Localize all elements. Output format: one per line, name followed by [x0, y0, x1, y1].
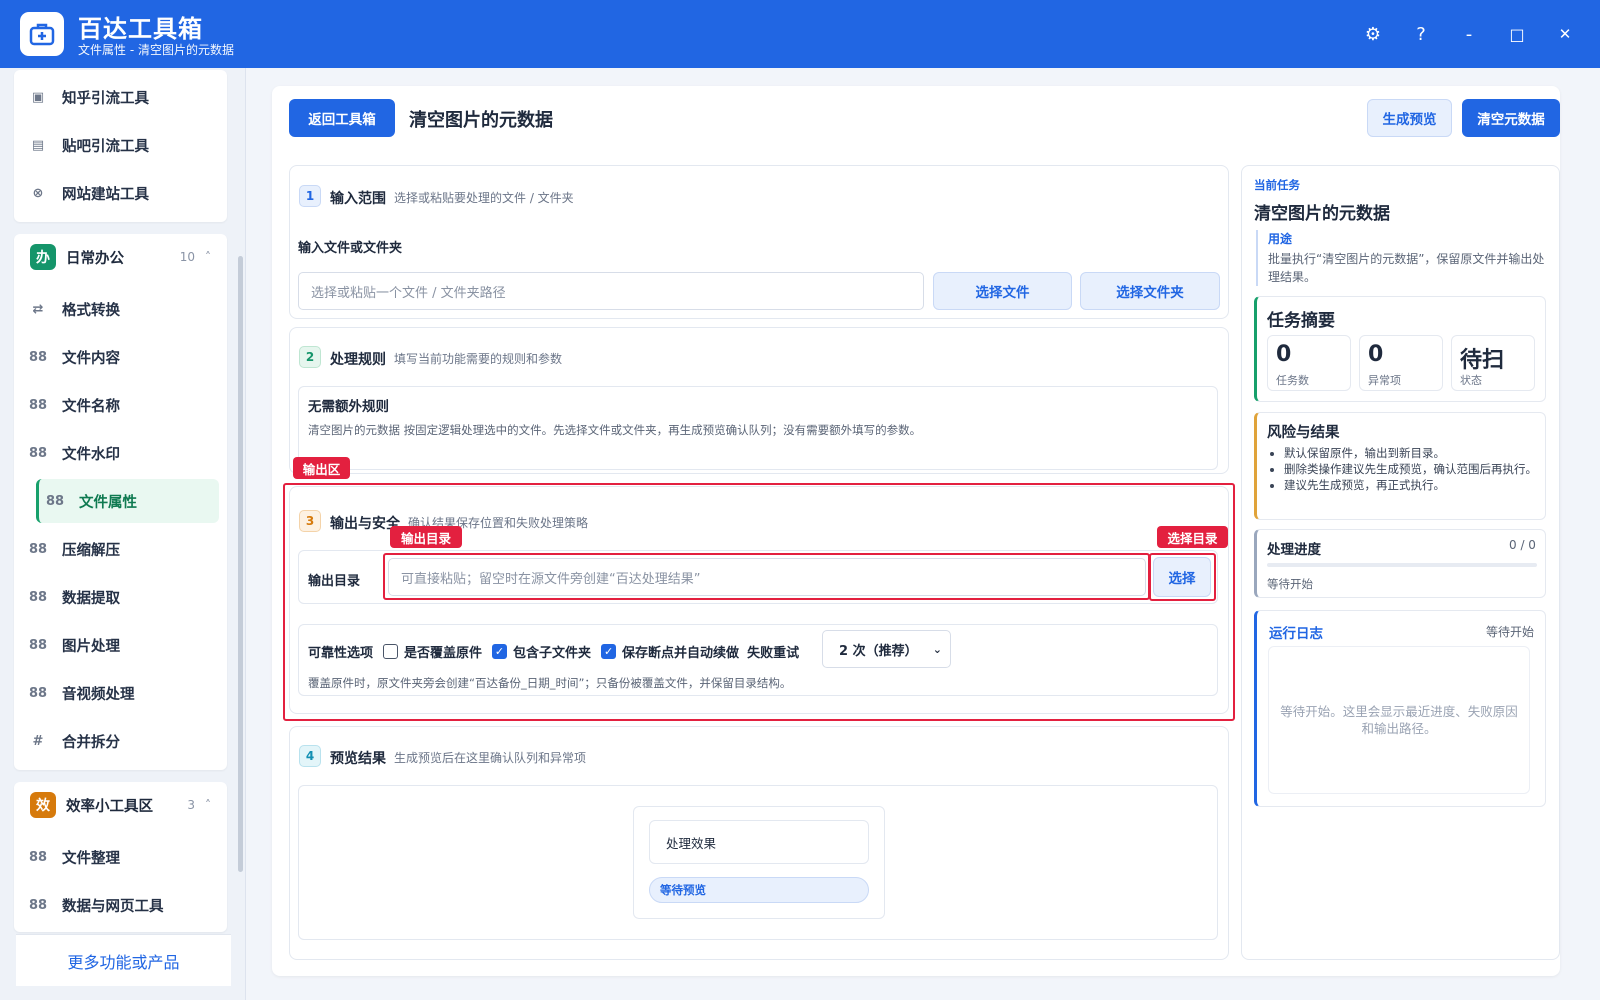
- step-badge: 1: [299, 185, 321, 207]
- chevron-up-icon[interactable]: ˄: [205, 798, 211, 812]
- tool-icon: ⊗: [32, 185, 44, 201]
- output-area-tag: 输出区: [293, 457, 350, 479]
- clear-metadata-button[interactable]: 清空元数据: [1462, 99, 1560, 137]
- section-title: 输入范围: [330, 191, 386, 207]
- sidebar-item-zhihu[interactable]: ▣ 知乎引流工具: [22, 75, 207, 119]
- choose-file-button[interactable]: 选择文件: [933, 272, 1072, 310]
- sidebar-item-content[interactable]: 88 文件内容: [22, 335, 207, 379]
- risk-item: 删除类操作建议先生成预览，确认范围后再执行。: [1284, 461, 1542, 477]
- more-products-link[interactable]: 更多功能或产品: [16, 934, 231, 986]
- grid-icon: 88: [28, 897, 48, 913]
- section-desc: 生成预览后在这里确认队列和异常项: [394, 751, 587, 765]
- group-header-office[interactable]: 办 日常办公 10 ˄: [16, 234, 225, 280]
- progress-count: 0 / 0: [1509, 538, 1536, 552]
- title-bar: 百达工具箱 文件属性 - 清空图片的元数据 ⚙ ? - □ ✕: [0, 0, 1600, 68]
- section-title: 预览结果: [330, 751, 386, 767]
- grid-icon: 88: [45, 493, 65, 509]
- section-desc: 选择或粘贴要处理的文件 / 文件夹: [394, 191, 574, 205]
- sidebar-item-website[interactable]: ⊗ 网站建站工具: [22, 171, 207, 215]
- usage-block: 用途 批量执行“清空图片的元数据”，保留原文件并输出处理结果。: [1256, 230, 1546, 286]
- output-dir-tag: 输出目录: [390, 526, 462, 548]
- usage-text: 批量执行“清空图片的元数据”，保留原文件并输出处理结果。: [1268, 252, 1545, 284]
- group-count: 3: [187, 798, 195, 812]
- app-subtitle: 文件属性 - 清空图片的元数据: [78, 43, 234, 57]
- maximize-button[interactable]: □: [1503, 20, 1531, 48]
- grid-icon: 88: [28, 637, 48, 653]
- choose-folder-button[interactable]: 选择文件夹: [1080, 272, 1220, 310]
- settings-gear-icon[interactable]: ⚙: [1359, 20, 1387, 48]
- risk-list: 默认保留原件，输出到新目录。 删除类操作建议先生成预览，确认范围后再执行。 建议…: [1284, 445, 1542, 493]
- group-title: 效率小工具区: [66, 798, 153, 815]
- input-field-label: 输入文件或文件夹: [298, 241, 403, 256]
- sidebar-item-watermark[interactable]: 88 文件水印: [22, 431, 207, 475]
- group-title: 日常办公: [66, 250, 124, 267]
- section-title: 处理规则: [330, 352, 386, 368]
- efficiency-badge-icon: 效: [30, 792, 56, 818]
- back-to-toolbox-button[interactable]: 返回工具箱: [289, 99, 395, 137]
- section-desc: 填写当前功能需要的规则和参数: [394, 352, 563, 366]
- grid-icon: 88: [28, 589, 48, 605]
- input-path-field[interactable]: 选择或粘贴一个文件 / 文件夹路径: [298, 272, 924, 310]
- rules-box-desc: 清空图片的元数据 按固定逻辑处理选中的文件。先选择文件或文件夹，再生成预览确认队…: [308, 423, 922, 437]
- summary-title: 任务摘要: [1267, 311, 1335, 331]
- office-badge-icon: 办: [30, 244, 56, 270]
- sidebar-item-image[interactable]: 88 图片处理: [22, 623, 207, 667]
- grid-icon: 88: [28, 445, 48, 461]
- hash-icon: #: [32, 733, 44, 749]
- log-status: 等待开始: [1486, 625, 1535, 639]
- task-title: 清空图片的元数据: [1254, 204, 1390, 224]
- stat-task-count: 0 任务数: [1267, 335, 1351, 391]
- rules-box-title: 无需额外规则: [308, 399, 389, 415]
- group-header-efficiency[interactable]: 效 效率小工具区 3 ˄: [16, 782, 225, 828]
- page-title: 清空图片的元数据: [409, 110, 553, 131]
- task-label: 当前任务: [1254, 178, 1300, 192]
- minimize-button[interactable]: -: [1455, 20, 1483, 48]
- choose-dir-tag: 选择目录: [1157, 526, 1228, 548]
- sidebar-item-compress[interactable]: 88 压缩解压: [22, 527, 207, 571]
- tool-icon: ▣: [31, 89, 45, 105]
- progress-title: 处理进度: [1267, 542, 1321, 558]
- preview-status-badge: 等待预览: [649, 877, 869, 903]
- risk-item: 建议先生成预览，再正式执行。: [1284, 477, 1542, 493]
- sidebar-scrollbar[interactable]: [238, 256, 243, 872]
- output-area-highlight: [283, 483, 1235, 721]
- progress-status: 等待开始: [1267, 577, 1313, 591]
- sidebar-item-merge[interactable]: # 合并拆分: [22, 719, 207, 763]
- app-title: 百达工具箱: [78, 15, 203, 43]
- stat-exceptions: 0 异常项: [1359, 335, 1443, 391]
- step-badge: 2: [299, 346, 321, 368]
- stat-status: 待扫 状态: [1451, 335, 1535, 391]
- grid-icon: 88: [28, 349, 48, 365]
- sidebar-item-extract[interactable]: 88 数据提取: [22, 575, 207, 619]
- choose-dir-highlight: [1149, 553, 1216, 601]
- grid-icon: 88: [28, 397, 48, 413]
- risk-item: 默认保留原件，输出到新目录。: [1284, 445, 1542, 461]
- sidebar-item-media[interactable]: 88 音视频处理: [22, 671, 207, 715]
- effect-label: 处理效果: [649, 820, 869, 864]
- generate-preview-button[interactable]: 生成预览: [1367, 99, 1452, 137]
- toolbox-logo-icon: [20, 12, 64, 56]
- chevron-up-icon[interactable]: ˄: [205, 250, 211, 264]
- sidebar-item-organize[interactable]: 88 文件整理: [22, 835, 207, 879]
- sidebar-item-web-tools[interactable]: 88 数据与网页工具: [22, 883, 207, 927]
- swap-icon: ⇄: [32, 301, 44, 317]
- tool-icon: ▤: [31, 137, 45, 153]
- log-output: 等待开始。这里会显示最近进度、失败原因和输出路径。: [1268, 646, 1530, 794]
- progress-bar: [1267, 563, 1537, 567]
- usage-label: 用途: [1268, 232, 1293, 246]
- log-title: 运行日志: [1269, 626, 1323, 642]
- grid-icon: 88: [28, 685, 48, 701]
- sidebar-item-name[interactable]: 88 文件名称: [22, 383, 207, 427]
- close-button[interactable]: ✕: [1551, 20, 1579, 48]
- help-icon[interactable]: ?: [1407, 20, 1435, 48]
- group-count: 10: [179, 250, 195, 264]
- step-badge: 4: [299, 745, 321, 767]
- risk-title: 风险与结果: [1267, 425, 1340, 441]
- sidebar-item-tieba[interactable]: ▤ 贴吧引流工具: [22, 123, 207, 167]
- sidebar-item-properties[interactable]: 88 文件属性: [36, 479, 219, 523]
- sidebar-item-format[interactable]: ⇄ 格式转换: [22, 287, 207, 331]
- grid-icon: 88: [28, 849, 48, 865]
- output-dir-highlight: [383, 553, 1150, 600]
- grid-icon: 88: [28, 541, 48, 557]
